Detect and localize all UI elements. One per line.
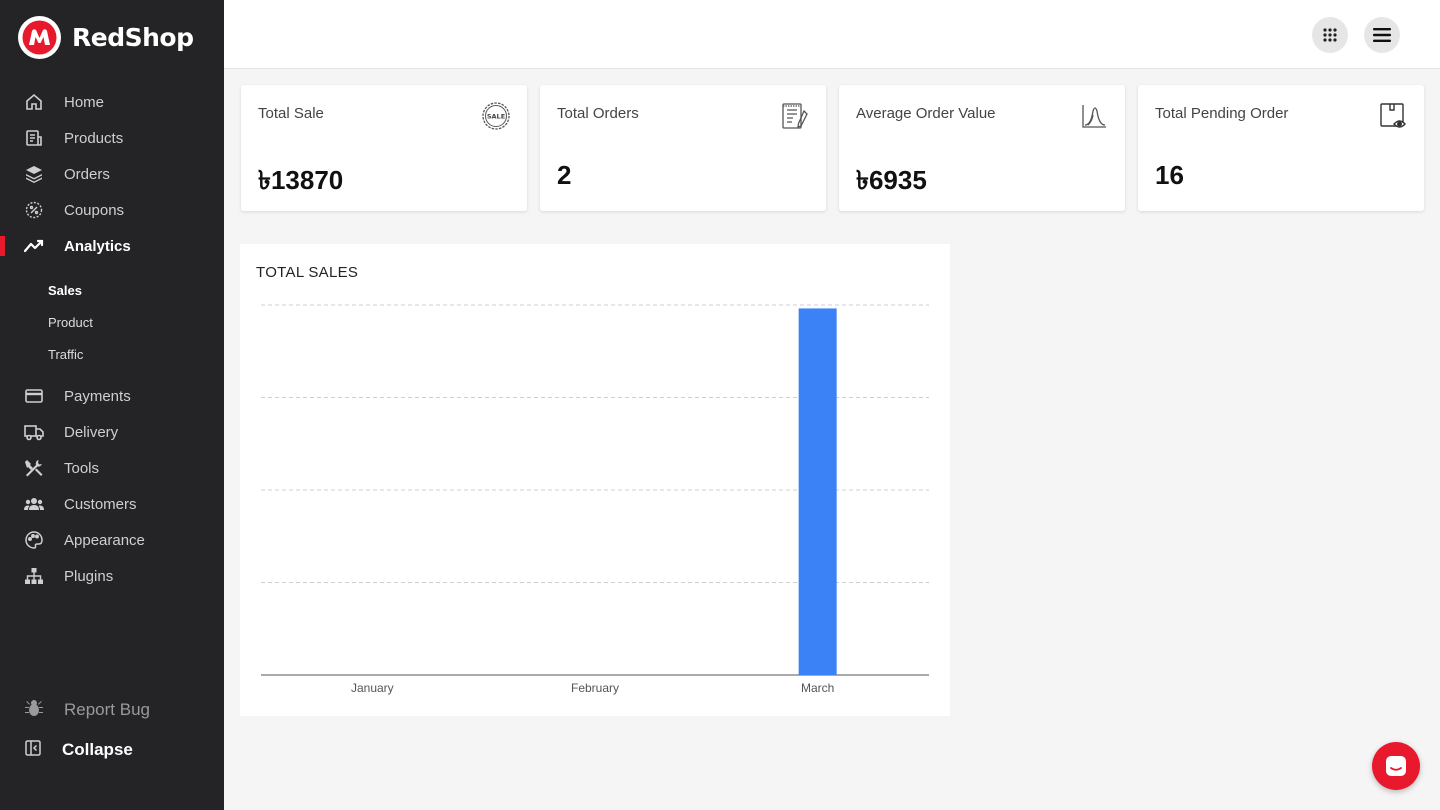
stat-card-total-pending-order: Total Pending Order 16 bbox=[1138, 85, 1424, 211]
bell-curve-icon bbox=[1079, 101, 1109, 131]
sidebar-item-label: Appearance bbox=[64, 531, 145, 549]
collapse-label: Collapse bbox=[62, 740, 133, 759]
subnav-item-sales[interactable]: Sales bbox=[0, 274, 224, 306]
report-bug-label: Report Bug bbox=[64, 700, 150, 719]
subnav-item-traffic[interactable]: Traffic bbox=[0, 338, 224, 370]
analytics-icon bbox=[24, 236, 44, 256]
coupon-icon bbox=[24, 200, 44, 220]
card-value: ৳6935 bbox=[856, 165, 927, 195]
sidebar-item-coupons[interactable]: Coupons bbox=[0, 192, 224, 228]
sidebar-item-products[interactable]: Products bbox=[0, 120, 224, 156]
sidebar-item-label: Plugins bbox=[64, 567, 114, 585]
sidebar-item-label: Home bbox=[64, 93, 105, 111]
sidebar-item-label: Customers bbox=[64, 495, 137, 513]
x-tick-label: March bbox=[801, 681, 834, 695]
sidebar-item-delivery[interactable]: Delivery bbox=[0, 414, 224, 450]
sidebar-item-label: Analytics bbox=[64, 237, 131, 255]
sidebar-bottom: Report Bug Collapse bbox=[0, 690, 224, 770]
users-icon bbox=[24, 494, 44, 514]
total-sales-chart-panel: TOTAL SALES January February March bbox=[240, 244, 950, 716]
card-title: Total Sale bbox=[258, 105, 324, 122]
collapse-sidebar-icon bbox=[24, 739, 42, 762]
sidebar-item-payments[interactable]: Payments bbox=[0, 378, 224, 414]
sidebar-item-label: Delivery bbox=[64, 423, 119, 441]
subnav-item-product[interactable]: Product bbox=[0, 306, 224, 338]
hamburger-icon bbox=[1373, 28, 1391, 42]
chat-icon bbox=[1386, 756, 1406, 776]
report-bug-button[interactable]: Report Bug bbox=[0, 690, 224, 730]
total-sales-bar-chart: January February March bbox=[261, 304, 929, 695]
sidebar-nav: Home Products Orders Coupons Analytics S… bbox=[0, 84, 224, 594]
card-value: 2 bbox=[557, 160, 572, 190]
sidebar-item-customers[interactable]: Customers bbox=[0, 486, 224, 522]
menu-button[interactable] bbox=[1364, 17, 1400, 53]
brand-name: RedShop bbox=[72, 23, 194, 52]
sitemap-icon bbox=[24, 566, 44, 586]
card-title: Total Orders bbox=[557, 105, 639, 122]
collapse-button[interactable]: Collapse bbox=[0, 730, 224, 770]
truck-icon bbox=[24, 422, 44, 442]
redshop-logo-icon bbox=[18, 16, 61, 59]
card-title: Total Pending Order bbox=[1155, 105, 1289, 122]
analytics-subnav: Sales Product Traffic bbox=[0, 264, 224, 378]
sidebar-item-home[interactable]: Home bbox=[0, 84, 224, 120]
palette-icon bbox=[24, 530, 44, 550]
card-value: ৳13870 bbox=[258, 165, 344, 195]
card-icon bbox=[24, 386, 44, 406]
home-icon bbox=[24, 92, 44, 112]
sidebar: RedShop Home Products Orders Coupons Ana… bbox=[0, 0, 224, 810]
card-value: 16 bbox=[1155, 160, 1184, 190]
sidebar-item-label: Tools bbox=[64, 459, 100, 477]
support-chat-button[interactable] bbox=[1372, 742, 1420, 790]
topbar bbox=[224, 0, 1440, 69]
brand[interactable]: RedShop bbox=[18, 16, 194, 59]
invoice-icon bbox=[780, 101, 810, 131]
sidebar-item-label: Coupons bbox=[64, 201, 125, 219]
bug-icon bbox=[24, 698, 44, 723]
sidebar-item-appearance[interactable]: Appearance bbox=[0, 522, 224, 558]
sidebar-item-label: Payments bbox=[64, 387, 131, 405]
x-tick-label: February bbox=[571, 681, 619, 695]
sidebar-item-plugins[interactable]: Plugins bbox=[0, 558, 224, 594]
sidebar-item-label: Orders bbox=[64, 165, 110, 183]
sidebar-item-orders[interactable]: Orders bbox=[0, 156, 224, 192]
sidebar-item-label: Products bbox=[64, 129, 124, 147]
sidebar-item-analytics[interactable]: Analytics bbox=[0, 228, 224, 264]
tools-icon bbox=[24, 458, 44, 478]
grid-icon bbox=[1323, 28, 1337, 42]
x-tick-label: January bbox=[351, 681, 394, 695]
apps-grid-button[interactable] bbox=[1312, 17, 1348, 53]
sale-badge-icon: SALE bbox=[481, 101, 511, 131]
stat-card-average-order-value: Average Order Value ৳6935 bbox=[839, 85, 1125, 211]
chart-bar bbox=[798, 308, 837, 675]
card-title: Average Order Value bbox=[856, 105, 996, 122]
svg-text:SALE: SALE bbox=[487, 113, 505, 121]
stat-card-total-orders: Total Orders 2 bbox=[540, 85, 826, 211]
sidebar-item-tools[interactable]: Tools bbox=[0, 450, 224, 486]
stat-card-total-sale: Total Sale SALE ৳13870 bbox=[241, 85, 527, 211]
products-icon bbox=[24, 128, 44, 148]
pending-view-icon bbox=[1378, 101, 1408, 131]
orders-icon bbox=[24, 164, 44, 184]
